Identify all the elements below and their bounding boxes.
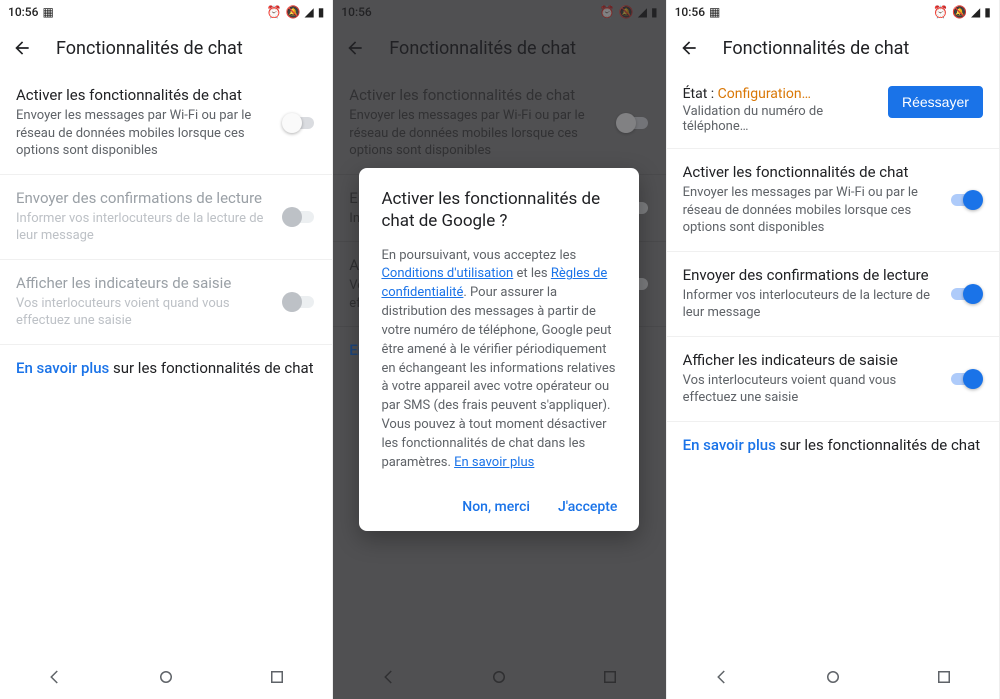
nav-recent-icon[interactable] [935,668,953,690]
status-row: État : Configuration… Validation du numé… [667,72,999,149]
learn-more-row[interactable]: En savoir plus sur les fonctionnalités d… [0,345,332,391]
clock: 10:56 [675,5,705,19]
setting-subtitle: Envoyer les messages par Wi-Fi ou par le… [16,107,272,160]
phone-screen-1: 10:56 ▦ ⏰ 🔕 ◢ ▮ Fonctionnalités de chat … [0,0,333,699]
battery-icon: ▮ [984,5,991,19]
setting-title: Activer les fonctionnalités de chat [16,86,272,104]
learn-more-link[interactable]: En savoir plus [683,436,776,454]
accept-button[interactable]: J'accepte [558,499,617,515]
alarm-icon: ⏰ [267,5,282,19]
toggle-read-confirm[interactable] [949,284,983,304]
nav-back-icon[interactable] [46,668,64,690]
nav-home-icon[interactable] [157,668,175,690]
learn-more-link[interactable]: En savoir plus [16,359,109,377]
setting-title: Envoyer des confirmations de lecture [16,189,272,207]
page-title: Fonctionnalités de chat [56,38,243,59]
clock: 10:56 [8,5,38,19]
signal-icon: ◢ [971,5,980,19]
toggle-typing-indicator[interactable] [949,369,983,389]
status-bar: 10:56 ▦ ⏰ 🔕 ◢ ▮ [667,0,999,24]
toggle-enable-chat[interactable] [949,190,983,210]
dnd-icon: 🔕 [286,5,301,19]
decline-button[interactable]: Non, merci [462,499,530,515]
nav-bar [0,659,332,699]
setting-read-confirm: Envoyer des confirmations de lecture Inf… [0,175,332,260]
setting-title: Afficher les indicateurs de saisie [683,351,939,369]
phone-screen-2: 10:56 ⏰ 🔕 ◢ ▮ Fonctionnalités de chat Ac… [333,0,666,699]
dialog-body: En poursuivant, vous acceptez les Condit… [381,247,617,473]
nav-back-icon[interactable] [713,668,731,690]
battery-icon: ▮ [318,5,325,19]
app-bar: Fonctionnalités de chat [0,24,332,72]
status-label: État : [683,86,718,102]
setting-typing-indicator: Afficher les indicateurs de saisie Vos i… [0,260,332,345]
setting-subtitle: Informer vos interlocuteurs de la lectur… [683,287,939,322]
nav-recent-icon[interactable] [268,668,286,690]
image-indicator-icon: ▦ [42,5,53,19]
setting-title: Envoyer des confirmations de lecture [683,266,939,284]
setting-enable-chat[interactable]: Activer les fonctionnalités de chat Envo… [667,149,999,252]
setting-title: Afficher les indicateurs de saisie [16,274,272,292]
signal-icon: ◢ [304,5,313,19]
back-icon[interactable] [679,38,699,58]
setting-enable-chat[interactable]: Activer les fonctionnalités de chat Envo… [0,72,332,175]
nav-bar [667,659,999,699]
phone-screen-3: 10:56 ▦ ⏰ 🔕 ◢ ▮ Fonctionnalités de chat … [667,0,1000,699]
retry-button[interactable]: Réessayer [888,86,983,118]
setting-title: Activer les fonctionnalités de chat [683,163,939,181]
app-bar: Fonctionnalités de chat [667,24,999,72]
dialog-scrim[interactable]: Activer les fonctionnalités de chat de G… [333,0,665,699]
nav-home-icon[interactable] [824,668,842,690]
image-indicator-icon: ▦ [709,5,720,19]
dialog-learn-more-link[interactable]: En savoir plus [454,455,534,470]
back-icon[interactable] [12,38,32,58]
setting-subtitle: Informer vos interlocuteurs de la lectur… [16,210,272,245]
enable-chat-dialog: Activer les fonctionnalités de chat de G… [359,168,639,530]
status-value: Configuration… [718,86,811,102]
setting-subtitle: Envoyer les messages par Wi-Fi ou par le… [683,184,939,237]
status-bar: 10:56 ▦ ⏰ 🔕 ◢ ▮ [0,0,332,24]
toggle-enable-chat[interactable] [282,113,316,133]
setting-subtitle: Vos interlocuteurs voient quand vous eff… [16,295,272,330]
status-subtitle: Validation du numéro de téléphone… [683,104,878,134]
setting-subtitle: Vos interlocuteurs voient quand vous eff… [683,372,939,407]
tos-link[interactable]: Conditions d'utilisation [381,266,513,281]
toggle-typing-indicator [282,292,316,312]
dnd-icon: 🔕 [952,5,967,19]
page-title: Fonctionnalités de chat [723,38,910,59]
learn-more-suffix: sur les fonctionnalités de chat [109,359,313,377]
setting-read-confirm[interactable]: Envoyer des confirmations de lecture Inf… [667,252,999,337]
setting-typing-indicator[interactable]: Afficher les indicateurs de saisie Vos i… [667,337,999,422]
learn-more-row[interactable]: En savoir plus sur les fonctionnalités d… [667,422,999,468]
toggle-read-confirm [282,207,316,227]
dialog-title: Activer les fonctionnalités de chat de G… [381,188,617,232]
learn-more-suffix: sur les fonctionnalités de chat [776,436,980,454]
alarm-icon: ⏰ [933,5,948,19]
